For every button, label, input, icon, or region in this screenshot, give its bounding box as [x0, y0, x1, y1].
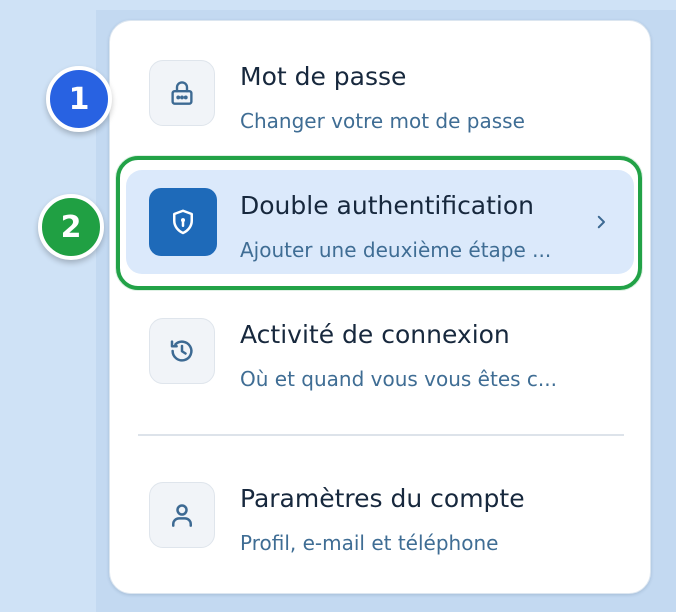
menu-item-title: Activité de connexion	[240, 320, 510, 349]
step-marker-1: 1	[46, 66, 112, 132]
lock-icon	[149, 60, 215, 126]
history-icon	[149, 318, 215, 384]
menu-item-account-settings[interactable]: Paramètres du compte Profil, e-mail et t…	[110, 469, 650, 569]
user-icon	[149, 482, 215, 548]
divider	[138, 434, 624, 436]
step-marker-2: 2	[38, 194, 104, 260]
security-menu-card: Mot de passe Changer votre mot de passe …	[109, 20, 651, 594]
menu-item-subtitle: Où et quand vous vous êtes c...	[240, 367, 557, 391]
menu-item-subtitle: Profil, e-mail et téléphone	[240, 531, 499, 555]
menu-item-login-activity[interactable]: Activité de connexion Où et quand vous v…	[110, 305, 650, 405]
menu-item-title: Mot de passe	[240, 62, 407, 91]
menu-item-subtitle: Changer votre mot de passe	[240, 109, 525, 133]
active-item-highlight	[116, 156, 642, 290]
menu-item-title: Paramètres du compte	[240, 484, 525, 513]
menu-item-password[interactable]: Mot de passe Changer votre mot de passe	[110, 47, 650, 147]
